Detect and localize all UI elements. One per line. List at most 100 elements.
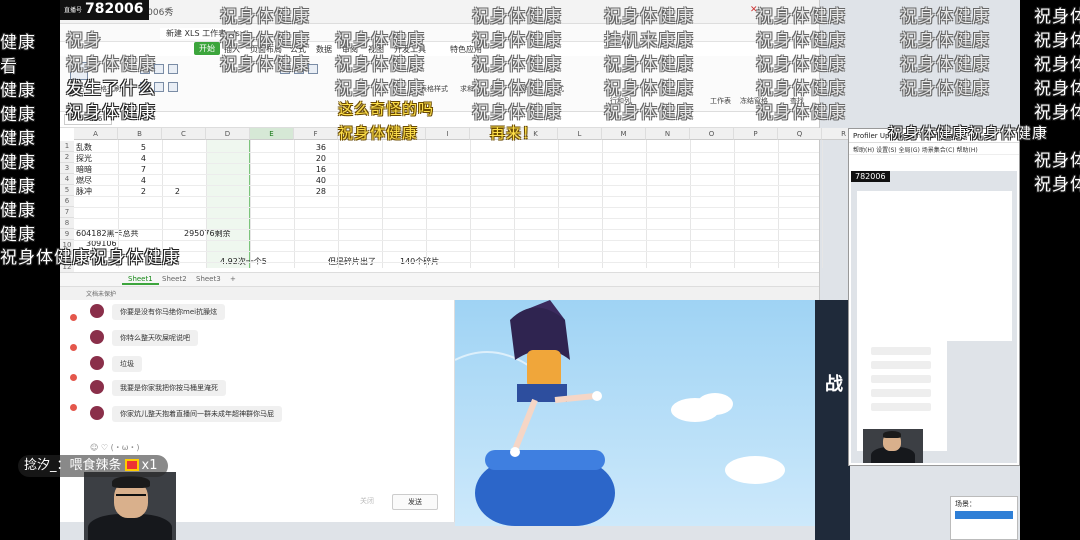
- webcam-hair: [112, 476, 150, 488]
- room-number-label: 直播号: [64, 6, 83, 14]
- sheet-tabs: Sheet1 Sheet2 Sheet3 +: [60, 272, 819, 286]
- gift-text: ：喂食辣条: [56, 458, 122, 473]
- send-button[interactable]: 发送: [392, 494, 438, 510]
- danmaku-comment: 祝身体健康: [604, 103, 694, 123]
- gridline: [338, 140, 339, 268]
- protect-status: 文档未保护: [86, 291, 117, 298]
- danmaku-comment: 祝身体健: [1034, 31, 1080, 51]
- danmaku-comment: 健康: [0, 177, 36, 197]
- preview-webcam-hair: [883, 431, 901, 438]
- danmaku-comment: 祝身体健康祝身体健康: [888, 124, 1049, 142]
- danmaku-comment: 祝身体健康: [335, 79, 425, 99]
- gridline: [74, 174, 819, 175]
- row-header[interactable]: 5: [60, 185, 74, 196]
- anime-girl-illustration: [455, 300, 785, 526]
- emoji-toolbar[interactable]: ☺ ♡ (・ω・): [90, 442, 140, 453]
- column-header-p[interactable]: P: [734, 128, 778, 140]
- danmaku-comment: 祝身体健康: [220, 55, 310, 75]
- row-header[interactable]: 1: [60, 141, 74, 152]
- row-header[interactable]: 9: [60, 229, 74, 240]
- row-header[interactable]: 8: [60, 218, 74, 229]
- ribbon-toolbar: 粘贴 格式刷 表格样式 求和 筛选 排序 格式 行和列 工作表 冻结窗格 查找: [60, 56, 819, 112]
- column-header-i[interactable]: I: [426, 128, 470, 140]
- obs-profiler-window: Profiler Update Configuration... 帮助(H) 设…: [848, 128, 1020, 466]
- danmaku-comment: 祝身: [66, 31, 102, 51]
- webcam-glasses: [116, 494, 146, 498]
- column-header-c[interactable]: C: [162, 128, 206, 140]
- gridline: [470, 140, 471, 268]
- danmaku-comment: 祝身体健康: [756, 55, 846, 75]
- column-header-n[interactable]: N: [646, 128, 690, 140]
- gridline: [514, 140, 515, 268]
- ad-banner-strip: 战: [815, 300, 850, 540]
- gridline: [294, 140, 295, 268]
- danmaku-comment: 祝身体健康: [472, 103, 562, 123]
- sheet-tab-1[interactable]: Sheet1: [122, 275, 159, 285]
- gridline: [74, 152, 819, 153]
- worksheet-label: 工作表: [710, 97, 731, 105]
- gridline: [74, 251, 819, 252]
- danmaku-comment: 祝身体健康: [900, 31, 990, 51]
- danmaku-comment: 祝身体健康: [335, 31, 425, 51]
- preview-message: [871, 347, 931, 355]
- sheet-tab-2[interactable]: Sheet2: [156, 275, 193, 283]
- column-header-m[interactable]: M: [602, 128, 646, 140]
- row-header[interactable]: 7: [60, 207, 74, 218]
- gridline: [74, 218, 819, 219]
- preview-screen: 782006: [851, 171, 1017, 463]
- gridline: [74, 196, 819, 197]
- danmaku-comment: 祝身体健康: [338, 124, 419, 142]
- row-header[interactable]: 2: [60, 152, 74, 163]
- column-header-f[interactable]: F: [294, 128, 338, 140]
- column-header-e[interactable]: E: [250, 128, 294, 140]
- sheet-tab-3[interactable]: Sheet3: [190, 275, 227, 283]
- preview-message: [871, 361, 931, 369]
- room-number-value: 782006: [85, 1, 144, 17]
- danmaku-comment: 健康: [0, 81, 36, 101]
- scene-selected-item[interactable]: [955, 511, 1013, 519]
- message-text: 垃圾: [112, 356, 142, 372]
- menu-data[interactable]: 数据: [316, 44, 332, 55]
- gridline: [74, 262, 819, 263]
- column-header-b[interactable]: B: [118, 128, 162, 140]
- gridline: [74, 207, 819, 208]
- danmaku-comment: 祝身体健康: [220, 31, 310, 51]
- danmaku-comment: 再来！: [490, 124, 539, 142]
- unread-dot: [70, 374, 77, 381]
- danmaku-comment: 祝身体健康: [66, 55, 156, 75]
- gridline: [74, 229, 819, 230]
- add-sheet-icon[interactable]: +: [224, 275, 242, 283]
- danmaku-comment: 祝身体健康: [756, 79, 846, 99]
- gift-count: x1: [141, 458, 158, 473]
- preview-room-number: 782006: [851, 171, 890, 182]
- gridline: [602, 140, 603, 268]
- danmaku-comment: 祝身体健康: [472, 31, 562, 51]
- font-color-icon[interactable]: [168, 82, 178, 92]
- row-header[interactable]: 6: [60, 196, 74, 207]
- danmaku-comment: 健康: [0, 129, 36, 149]
- column-header-d[interactable]: D: [206, 128, 250, 140]
- gridline: [822, 140, 823, 268]
- underline-icon[interactable]: [168, 64, 178, 74]
- danmaku-comment: 祝身体健康: [900, 55, 990, 75]
- column-header-a[interactable]: A: [74, 128, 118, 140]
- column-header-l[interactable]: L: [558, 128, 602, 140]
- avatar: [90, 356, 104, 370]
- column-header-o[interactable]: O: [690, 128, 734, 140]
- menu-start[interactable]: 开始: [194, 42, 220, 55]
- danmaku-comment: 祝身体健康: [472, 55, 562, 75]
- scene-label: 场景：: [955, 500, 976, 508]
- close-button[interactable]: 关闭: [344, 494, 390, 510]
- streamer-webcam: [84, 472, 176, 540]
- gridline: [558, 140, 559, 268]
- row-header[interactable]: 4: [60, 174, 74, 185]
- danmaku-comment: 健康: [0, 225, 36, 245]
- danmaku-comment: 祝身体健康: [472, 79, 562, 99]
- row-header[interactable]: 3: [60, 163, 74, 174]
- gridline: [778, 140, 779, 268]
- danmaku-comment: 祝身体健康: [66, 103, 156, 123]
- danmaku-comment: 祝身体健: [1034, 151, 1080, 171]
- column-header-q[interactable]: Q: [778, 128, 822, 140]
- danmaku-comment: 健康: [0, 33, 36, 53]
- unread-dot: [70, 404, 77, 411]
